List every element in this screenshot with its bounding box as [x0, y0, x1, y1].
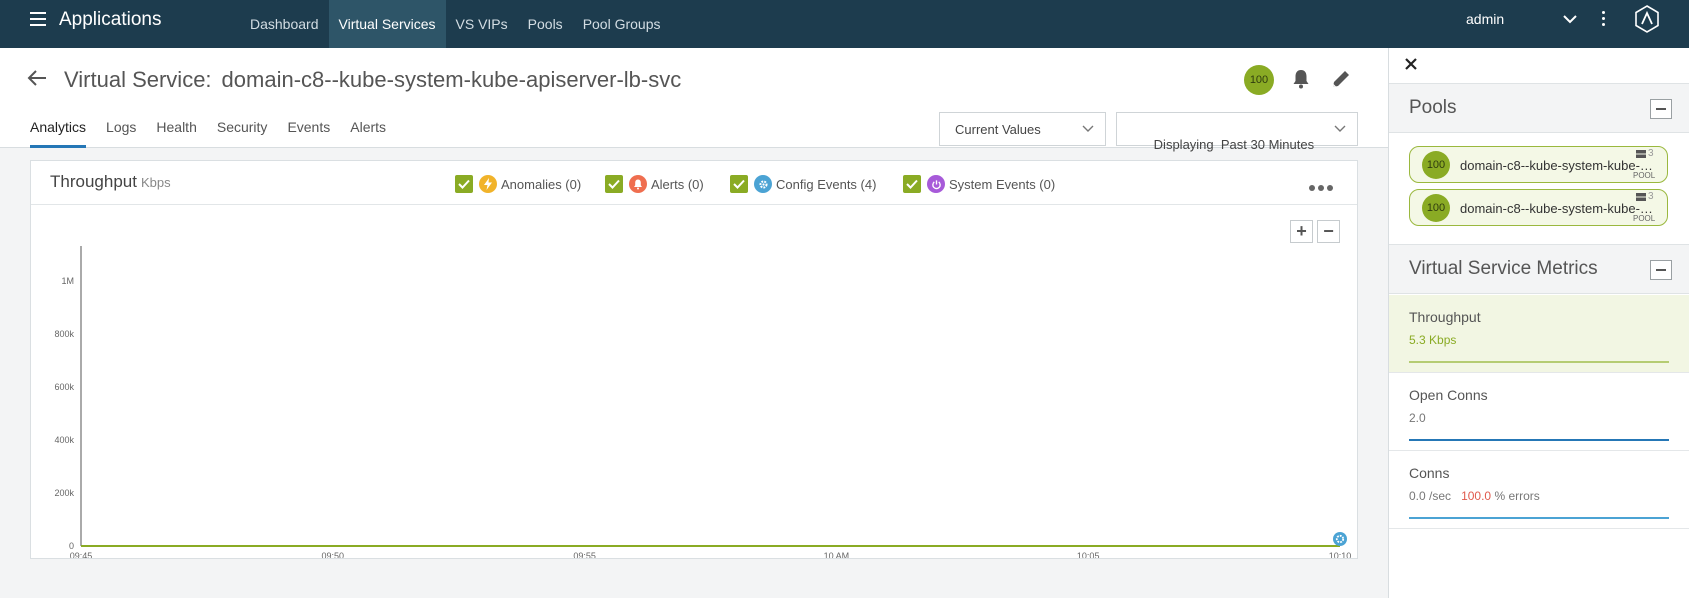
pools-collapse-button[interactable]	[1650, 99, 1672, 119]
back-arrow-icon[interactable]	[26, 68, 48, 88]
metric-value-number: 0.0	[1409, 489, 1426, 503]
y-tick-label: 200k	[54, 488, 74, 498]
tab-logs[interactable]: Logs	[106, 112, 136, 148]
top-navbar: Applications Dashboard Virtual Services …	[0, 0, 1689, 48]
metric-open-conns[interactable]: Open Conns 2.0	[1389, 373, 1689, 451]
y-tick-label: 600k	[54, 382, 74, 392]
edit-pencil-icon[interactable]	[1330, 68, 1352, 90]
pool-server-count: 3	[1636, 148, 1654, 159]
x-tick-label: 09:55	[573, 551, 596, 558]
metric-error-value: 100.0	[1461, 489, 1492, 503]
y-tick-label: 1M	[61, 276, 74, 286]
more-vertical-icon[interactable]	[1600, 11, 1606, 29]
pool-item[interactable]: 100 domain-c8--kube-system-kube-apiserve…	[1409, 189, 1668, 226]
tab-health[interactable]: Health	[156, 112, 196, 148]
metric-sparkline	[1409, 439, 1669, 441]
main-content: Virtual Service: domain-c8--kube-system-k…	[0, 48, 1388, 598]
page-title-label: Virtual Service:	[64, 67, 212, 92]
metric-sparkline	[1409, 361, 1669, 363]
y-tick-label: 800k	[54, 329, 74, 339]
nav-virtual-services[interactable]: Virtual Services	[328, 0, 446, 48]
chevron-down-icon	[1082, 125, 1094, 132]
main-nav: Dashboard Virtual Services VS VIPs Pools…	[240, 0, 671, 48]
metrics-collapse-button[interactable]	[1650, 260, 1672, 280]
pool-server-count: 3	[1636, 191, 1654, 202]
x-tick-label: 09:50	[322, 551, 345, 558]
pools-section-header: Pools	[1389, 83, 1689, 133]
health-score-badge[interactable]: 100	[1244, 65, 1274, 95]
nav-pool-groups[interactable]: Pool Groups	[573, 0, 671, 48]
pool-item[interactable]: 100 domain-c8--kube-system-kube-apiserve…	[1409, 146, 1668, 183]
bell-icon[interactable]	[1290, 68, 1312, 90]
pool-name: domain-c8--kube-system-kube-apiserver-lb…	[1460, 201, 1658, 216]
nav-pools[interactable]: Pools	[518, 0, 573, 48]
close-icon[interactable]	[1403, 56, 1419, 72]
pool-health-badge: 100	[1422, 194, 1450, 222]
x-tick-label: 09:45	[70, 551, 93, 558]
page-header: Virtual Service: domain-c8--kube-system-k…	[0, 48, 1388, 152]
metric-name: Open Conns	[1409, 387, 1488, 403]
x-tick-label: 10 AM	[824, 551, 850, 558]
tab-bar: Analytics Logs Health Security Events Al…	[30, 112, 406, 148]
metrics-title: Virtual Service Metrics	[1409, 258, 1598, 279]
throughput-chart-card: Throughput Kbps Anomalies (0) Alerts (0) …	[30, 160, 1358, 559]
metric-value-unit: /sec	[1429, 489, 1452, 503]
pools-title: Pools	[1409, 97, 1457, 118]
metric-name: Throughput	[1409, 309, 1481, 325]
time-range-label: Displaying Past 30 Minutes	[1153, 137, 1315, 152]
server-icon	[1636, 192, 1646, 201]
nav-vs-vips[interactable]: VS VIPs	[446, 0, 518, 48]
metric-value: 5.3 Kbps	[1409, 333, 1456, 347]
pool-health-badge: 100	[1422, 151, 1450, 179]
metric-conns[interactable]: Conns 0.0 /sec 100.0 % errors	[1389, 451, 1689, 529]
chevron-down-icon[interactable]	[1561, 12, 1579, 26]
metric-value: 0.0 /sec 100.0 % errors	[1409, 489, 1540, 503]
metric-value-number: 5.3	[1409, 333, 1426, 347]
server-icon	[1636, 149, 1646, 158]
values-dropdown-label: Current Values	[955, 122, 1041, 137]
metrics-section-header: Virtual Service Metrics	[1389, 244, 1689, 294]
metric-sparkline	[1409, 517, 1669, 519]
tab-analytics[interactable]: Analytics	[30, 112, 87, 148]
y-tick-label: 400k	[54, 435, 74, 445]
x-tick-label: 10:05	[1077, 551, 1100, 558]
tab-events[interactable]: Events	[287, 112, 330, 148]
page-title-name: domain-c8--kube-system-kube-apiserver-lb…	[221, 67, 682, 92]
right-panel: Pools 100 domain-c8--kube-system-kube-ap…	[1388, 48, 1689, 598]
chevron-down-icon	[1334, 125, 1346, 132]
config-event-marker	[1333, 532, 1347, 546]
time-range-dropdown[interactable]: Displaying Past 30 Minutes	[1116, 112, 1358, 152]
metric-value: 2.0	[1409, 411, 1426, 425]
tab-alerts[interactable]: Alerts	[350, 112, 386, 148]
pool-name: domain-c8--kube-system-kube-apiserver-lb…	[1460, 158, 1658, 173]
metric-throughput[interactable]: Throughput 5.3 Kbps	[1389, 295, 1689, 373]
y-tick-label: 0	[69, 541, 74, 551]
pool-tag: POOL	[1633, 214, 1656, 223]
app-title[interactable]: Applications	[59, 9, 161, 31]
user-name[interactable]: admin	[1466, 11, 1504, 27]
brand-logo-icon[interactable]	[1634, 5, 1660, 33]
nav-dashboard[interactable]: Dashboard	[240, 0, 329, 48]
metric-value-unit: Kbps	[1429, 333, 1457, 347]
menu-icon[interactable]	[30, 12, 46, 26]
values-dropdown[interactable]: Current Values	[939, 112, 1106, 146]
page-title: Virtual Service: domain-c8--kube-system-k…	[64, 67, 681, 93]
pool-server-count-value: 3	[1648, 191, 1654, 202]
tab-security[interactable]: Security	[217, 112, 268, 148]
throughput-chart: 0 200k 400k 600k 800k 1M 09:45 09:50 09:55 10 AM 1…	[54, 246, 1352, 558]
pool-tag: POOL	[1633, 171, 1656, 180]
x-tick-label: 10:10	[1329, 551, 1352, 558]
metric-error-label: % errors	[1494, 489, 1540, 503]
pool-server-count-value: 3	[1648, 148, 1654, 159]
metric-name: Conns	[1409, 465, 1450, 481]
